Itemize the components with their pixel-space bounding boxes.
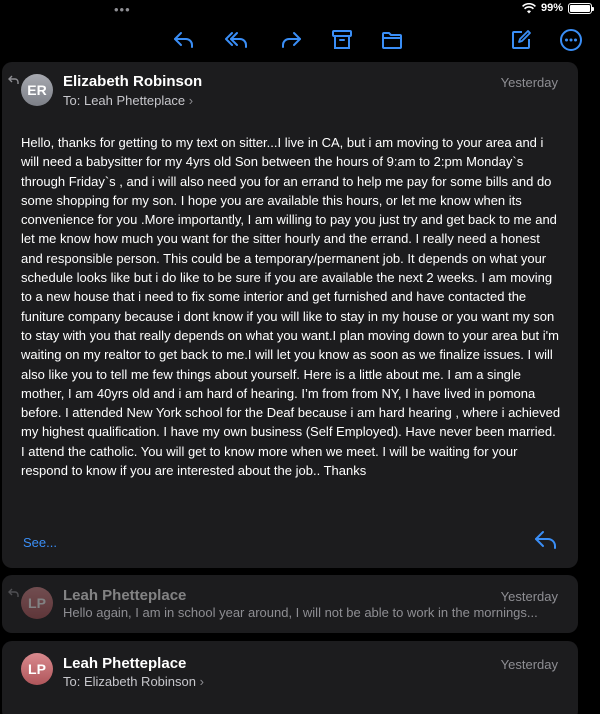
see-more-link[interactable]: See...	[23, 535, 57, 550]
message-date: Yesterday	[500, 589, 558, 604]
battery-icon	[568, 2, 594, 14]
message-card: ER Elizabeth Robinson Yesterday To: Leah…	[2, 62, 578, 568]
status-bar: ••• 99%	[0, 0, 600, 20]
recipient-line[interactable]: To: Elizabeth Robinson ›	[63, 674, 204, 689]
message-body: Hello, thanks for getting to my text on …	[21, 135, 561, 479]
replied-indicator-icon	[8, 75, 19, 84]
toolbar	[0, 24, 600, 56]
replied-indicator-icon	[8, 588, 19, 597]
more-icon[interactable]	[557, 26, 585, 54]
recipient-name[interactable]: Leah Phetteplace	[84, 93, 185, 108]
message-card: LP Leah Phetteplace Yesterday To: Elizab…	[2, 641, 578, 714]
status-indicators: 99%	[522, 2, 594, 14]
avatar[interactable]: LP	[21, 653, 53, 685]
sender-name: Leah Phetteplace	[63, 587, 187, 604]
reply-icon[interactable]	[170, 26, 198, 54]
forward-icon[interactable]	[277, 26, 305, 54]
battery-level	[570, 4, 590, 12]
reply-icon[interactable]	[534, 529, 558, 551]
sender-name[interactable]: Elizabeth Robinson	[63, 73, 202, 90]
avatar[interactable]: ER	[21, 74, 53, 106]
wifi-icon	[522, 2, 536, 13]
recipient-name[interactable]: Elizabeth Robinson	[84, 674, 196, 689]
archive-icon[interactable]	[328, 26, 356, 54]
chevron-right-icon: ›	[199, 674, 204, 689]
to-label: To:	[63, 93, 81, 108]
avatar: LP	[21, 587, 53, 619]
message-date: Yesterday	[500, 75, 558, 90]
message-card-collapsed[interactable]: LP Leah Phetteplace Yesterday Hello agai…	[2, 575, 578, 633]
compose-icon[interactable]	[507, 26, 535, 54]
recipient-line[interactable]: To: Leah Phetteplace ›	[63, 93, 193, 108]
sender-name[interactable]: Leah Phetteplace	[63, 655, 186, 672]
battery-percent: 99%	[540, 2, 563, 14]
reply-all-icon[interactable]	[223, 26, 251, 54]
to-label: To:	[63, 674, 81, 689]
multitasking-dots-icon[interactable]: •••	[114, 2, 131, 17]
chevron-right-icon: ›	[188, 93, 194, 108]
folder-icon[interactable]	[378, 26, 406, 54]
message-snippet: Hello again, I am in school year around,…	[63, 605, 538, 620]
message-date: Yesterday	[500, 657, 558, 672]
